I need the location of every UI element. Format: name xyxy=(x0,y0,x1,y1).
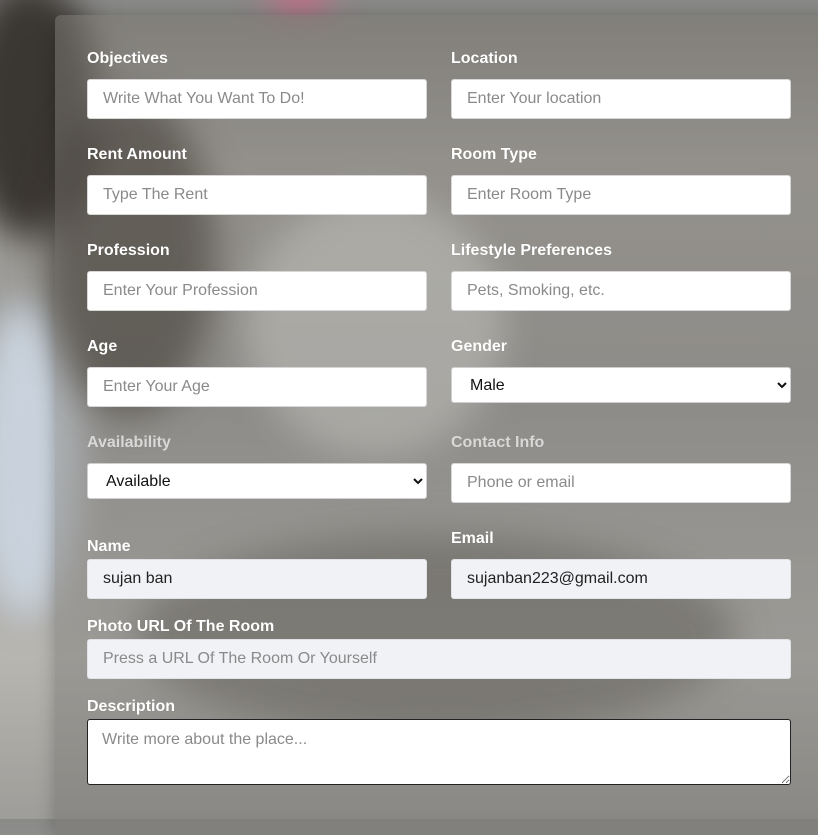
lifestyle-label: Lifestyle Preferences xyxy=(451,242,612,259)
profession-input[interactable] xyxy=(87,271,427,311)
objectives-label: Objectives xyxy=(87,50,168,67)
rent-amount-label: Rent Amount xyxy=(87,146,187,163)
room-type-input[interactable] xyxy=(451,175,791,215)
background-photo-pink xyxy=(270,0,330,10)
age-input[interactable] xyxy=(87,367,427,407)
contact-info-label: Contact Info xyxy=(451,434,545,451)
availability-label: Availability xyxy=(87,434,171,451)
email-input[interactable] xyxy=(451,559,791,599)
gender-select[interactable]: Male xyxy=(451,367,791,403)
panel-shade-mid xyxy=(245,195,505,455)
profession-label: Profession xyxy=(87,242,170,259)
location-input[interactable] xyxy=(451,79,791,119)
availability-select[interactable]: Available xyxy=(87,463,427,499)
photo-url-label: Photo URL Of The Room xyxy=(87,618,275,635)
gender-label: Gender xyxy=(451,338,508,355)
contact-info-input[interactable] xyxy=(451,463,791,503)
description-label: Description xyxy=(87,698,176,715)
email-label: Email xyxy=(451,530,494,547)
description-textarea[interactable] xyxy=(87,719,791,785)
lifestyle-input[interactable] xyxy=(451,271,791,311)
name-input[interactable] xyxy=(87,559,427,599)
age-label: Age xyxy=(87,338,118,355)
name-label: Name xyxy=(87,538,131,555)
room-type-label: Room Type xyxy=(451,146,537,163)
photo-url-input[interactable] xyxy=(87,639,791,679)
objectives-input[interactable] xyxy=(87,79,427,119)
location-label: Location xyxy=(451,50,518,67)
rent-amount-input[interactable] xyxy=(87,175,427,215)
